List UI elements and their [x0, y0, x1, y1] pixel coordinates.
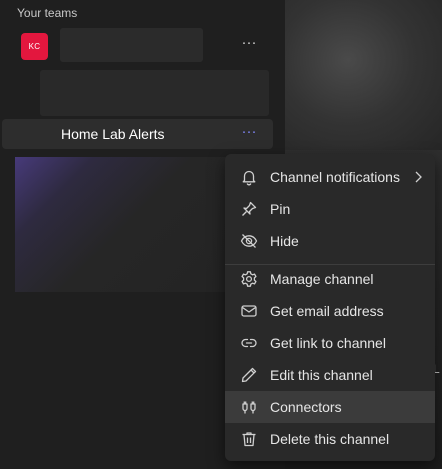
channel-more-options-button[interactable]: ··· [239, 124, 259, 141]
trash-icon [240, 430, 258, 448]
menu-item-delete-this-channel[interactable]: Delete this channel [225, 423, 435, 455]
menu-item-label: Manage channel [270, 271, 374, 287]
menu-item-label: Delete this channel [270, 431, 390, 447]
menu-item-edit-this-channel[interactable]: Edit this channel [225, 359, 435, 391]
team-avatar[interactable]: KC [21, 33, 48, 60]
chevron-right-icon [413, 170, 423, 184]
connector-icon [240, 398, 258, 416]
bell-icon [240, 168, 258, 186]
your-teams-heading: Your teams [17, 6, 78, 20]
eye-off-icon [240, 232, 258, 250]
menu-item-label: Hide [270, 233, 299, 249]
menu-item-label: Get link to channel [270, 335, 386, 351]
pin-icon [240, 200, 258, 218]
team-more-options-button[interactable]: ··· [238, 35, 260, 55]
channel-item-redacted[interactable] [40, 70, 269, 116]
channel-label: Home Lab Alerts [61, 126, 165, 142]
menu-item-pin[interactable]: Pin [225, 193, 435, 225]
menu-item-label: Get email address [270, 303, 384, 319]
menu-item-manage-channel[interactable]: Manage channel [225, 263, 435, 295]
menu-item-label: Connectors [270, 399, 342, 415]
gear-icon [240, 270, 258, 288]
menu-item-label: Pin [270, 201, 291, 217]
menu-item-hide[interactable]: Hide [225, 225, 435, 257]
menu-item-get-link-to-channel[interactable]: Get link to channel [225, 327, 435, 359]
team-name-redacted[interactable] [60, 28, 203, 62]
link-icon [240, 334, 258, 352]
pencil-icon [240, 366, 258, 384]
channel-context-menu: Channel notifications Pin Hide Manage ch… [225, 154, 435, 461]
mail-icon [240, 302, 258, 320]
menu-item-get-email-address[interactable]: Get email address [225, 295, 435, 327]
menu-item-label: Channel notifications [270, 169, 400, 185]
menu-item-channel-notifications[interactable]: Channel notifications [225, 161, 435, 193]
menu-item-label: Edit this channel [270, 367, 373, 383]
menu-item-connectors[interactable]: Connectors [225, 391, 435, 423]
conversation-panel-blur [285, 0, 442, 150]
